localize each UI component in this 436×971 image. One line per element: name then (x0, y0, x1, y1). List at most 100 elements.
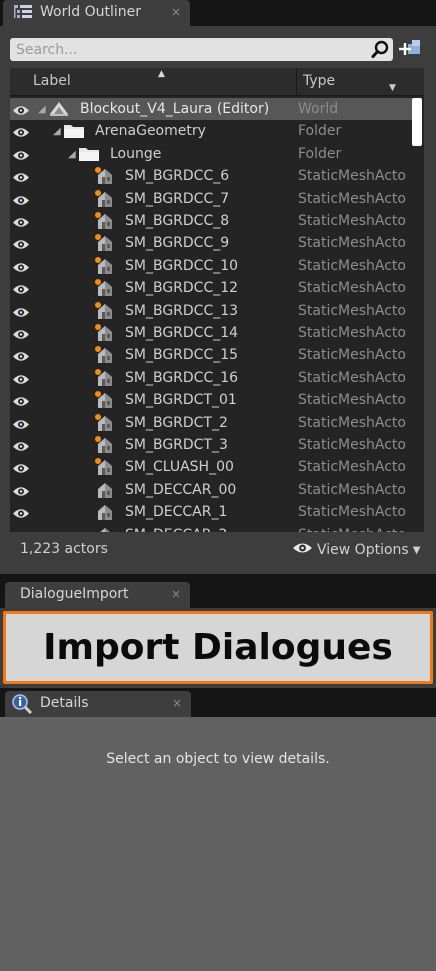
row-label: SM_BGRDCT_2 (125, 414, 228, 431)
static-mesh-actor-icon (94, 323, 116, 343)
outliner-row[interactable]: SM_BGRDCC_12 StaticMeshActor (10, 277, 412, 299)
outliner-row[interactable]: SM_BGRDCC_7 StaticMeshActor (10, 188, 412, 210)
column-header-type[interactable]: Type (303, 73, 335, 89)
outliner-row[interactable]: SM_BGRDCT_2 StaticMeshActor (10, 412, 412, 434)
row-type: StaticMeshActor (298, 347, 406, 364)
outliner-row[interactable]: SM_DECCAR_1 StaticMeshActor (10, 501, 412, 523)
row-type: StaticMeshActor (298, 213, 406, 229)
tab-dialogue-import[interactable]: DialogueImport × (5, 582, 190, 608)
static-mesh-actor-icon (94, 233, 116, 253)
expand-arrow-icon[interactable]: ◢ (38, 104, 46, 115)
visibility-eye-icon[interactable] (12, 104, 30, 115)
visibility-eye-icon[interactable] (12, 373, 30, 384)
add-actor-icon[interactable] (399, 38, 423, 62)
visibility-eye-icon[interactable] (12, 216, 30, 227)
visibility-eye-icon[interactable] (12, 530, 30, 532)
static-mesh-actor-icon (94, 301, 116, 321)
dialogue-tabbar: DialogueImport × (0, 582, 436, 608)
tab-world-outliner[interactable]: World Outliner × (3, 0, 190, 26)
outliner-row[interactable]: SM_BGRDCT_3 StaticMeshActor (10, 434, 412, 456)
visibility-eye-icon[interactable] (12, 238, 30, 250)
scrollbar-thumb[interactable] (412, 98, 422, 146)
import-dialogues-button[interactable]: Import Dialogues (3, 611, 433, 684)
sort-ascending-icon[interactable]: ▲ (158, 69, 165, 79)
row-label: SM_BGRDCC_8 (125, 213, 230, 229)
row-type: StaticMeshActor (298, 414, 406, 431)
tab-details[interactable]: Details × (5, 691, 191, 717)
world-outliner-panel: ▲ Label Type ▼ ◢ Blockout_V4_Laura (Edito… (0, 26, 436, 574)
visibility-eye-icon[interactable] (12, 171, 30, 182)
outliner-row[interactable]: SM_BGRDCC_13 StaticMeshActor (10, 300, 412, 322)
outliner-row[interactable]: ◢ Blockout_V4_Laura (Editor) World (10, 98, 412, 120)
row-type: Folder (298, 145, 342, 162)
row-type: StaticMeshActor (298, 527, 406, 532)
search-icon[interactable] (371, 40, 390, 59)
outliner-row[interactable]: SM_DECCAR_00 StaticMeshActor (10, 479, 412, 501)
row-type: StaticMeshActor (298, 369, 406, 386)
expand-arrow-icon[interactable]: ◢ (68, 149, 76, 160)
chevron-down-icon[interactable]: ▼ (389, 83, 396, 93)
row-label: ArenaGeometry (95, 123, 206, 140)
details-icon (11, 694, 33, 715)
visibility-eye-icon[interactable] (12, 395, 30, 406)
visibility-eye-icon[interactable] (12, 328, 30, 339)
row-label: SM_BGRDCC_16 (125, 369, 239, 386)
close-icon[interactable]: × (171, 5, 181, 19)
outliner-row[interactable]: SM_BGRDCC_8 StaticMeshActor (10, 210, 412, 232)
row-label: SM_BGRDCC_10 (125, 257, 239, 274)
row-type: StaticMeshActor (298, 481, 406, 498)
details-tabbar: Details × (0, 691, 436, 717)
expand-arrow-icon[interactable]: ◢ (53, 126, 61, 137)
static-mesh-actor-icon (94, 480, 116, 500)
row-label: SM_BGRDCT_01 (125, 392, 237, 409)
column-header-label[interactable]: Label (33, 73, 71, 89)
row-label: SM_BGRDCC_12 (125, 280, 239, 297)
visibility-eye-icon[interactable] (12, 418, 30, 429)
static-mesh-actor-icon (94, 525, 116, 532)
outliner-list: ▲ Label Type ▼ ◢ Blockout_V4_Laura (Edito… (10, 68, 424, 532)
row-type: StaticMeshActor (298, 168, 406, 185)
visibility-eye-icon[interactable] (12, 440, 30, 451)
column-divider[interactable] (296, 68, 297, 96)
visibility-eye-icon[interactable] (12, 261, 30, 272)
visibility-eye-icon[interactable] (12, 507, 30, 518)
view-options-label: View Options (317, 542, 409, 558)
outliner-row[interactable]: SM_DECCAR_2 StaticMeshActor (10, 524, 412, 532)
view-options-button[interactable]: View Options ▼ (292, 540, 420, 560)
folder-icon (78, 144, 100, 164)
outliner-row[interactable]: SM_BGRDCT_01 StaticMeshActor (10, 389, 412, 411)
visibility-eye-icon[interactable] (12, 350, 30, 362)
outliner-row[interactable]: SM_BGRDCC_9 StaticMeshActor (10, 232, 412, 254)
visibility-eye-icon[interactable] (12, 126, 30, 138)
outliner-row[interactable]: SM_BGRDCC_10 StaticMeshActor (10, 255, 412, 277)
static-mesh-actor-icon (94, 457, 116, 477)
visibility-eye-icon[interactable] (12, 194, 30, 205)
outliner-row[interactable]: ◢ ArenaGeometry Folder (10, 120, 412, 142)
outliner-list-header: ▲ Label Type ▼ (10, 68, 424, 96)
search-input[interactable] (16, 40, 366, 59)
visibility-eye-icon[interactable] (12, 306, 30, 317)
row-label: SM_CLUASH_00 (125, 459, 234, 476)
outliner-scrollbar[interactable] (412, 98, 422, 530)
outliner-row[interactable]: ◢ Lounge Folder (10, 143, 412, 165)
static-mesh-actor-icon (94, 502, 116, 522)
row-type: Folder (298, 123, 342, 140)
outliner-row[interactable]: SM_BGRDCC_14 StaticMeshActor (10, 322, 412, 344)
outliner-row[interactable]: SM_BGRDCC_6 StaticMeshActor (10, 165, 412, 187)
static-mesh-actor-icon (94, 435, 116, 455)
close-icon[interactable]: × (172, 696, 182, 710)
outliner-row[interactable]: SM_CLUASH_00 StaticMeshActor (10, 456, 412, 478)
static-mesh-actor-icon (94, 256, 116, 276)
outliner-row[interactable]: SM_BGRDCC_16 StaticMeshActor (10, 367, 412, 389)
visibility-eye-icon[interactable] (12, 149, 30, 160)
row-label: SM_BGRDCC_14 (125, 325, 239, 341)
row-label: SM_BGRDCC_6 (125, 168, 230, 185)
visibility-eye-icon[interactable] (12, 283, 30, 294)
row-label: SM_BGRDCC_9 (125, 235, 230, 252)
outliner-row[interactable]: SM_BGRDCC_15 StaticMeshActor (10, 344, 412, 366)
search-box[interactable] (10, 38, 393, 61)
dialogue-import-tab-label: DialogueImport (20, 586, 129, 602)
visibility-eye-icon[interactable] (12, 485, 30, 496)
close-icon[interactable]: × (171, 587, 181, 601)
visibility-eye-icon[interactable] (12, 462, 30, 474)
